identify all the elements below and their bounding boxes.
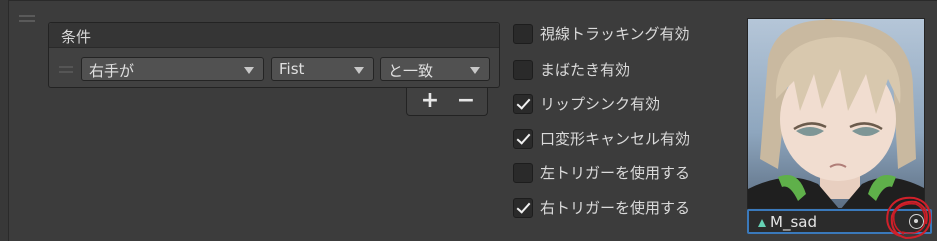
right-trigger-checkbox[interactable]: [513, 198, 533, 218]
chevron-down-icon: [244, 67, 254, 74]
hand-dropdown[interactable]: 右手が: [81, 57, 264, 81]
conditions-list: 条件 右手が Fist と一致: [48, 22, 500, 88]
right-trigger-label: 右トリガーを使用する: [540, 199, 691, 217]
animation-clip-value: M_sad: [770, 213, 817, 231]
match-mode-dropdown[interactable]: と一致: [380, 57, 490, 81]
add-condition-button[interactable]: +: [415, 88, 445, 114]
mouth-cancel-checkbox[interactable]: [513, 129, 533, 149]
gesture-dropdown[interactable]: Fist: [271, 57, 374, 81]
left-trigger-label: 左トリガーを使用する: [540, 164, 691, 182]
mouth-cancel-label: 口変形キャンセル有効: [540, 130, 691, 148]
conditions-title: 条件: [61, 28, 92, 46]
drag-handle-icon[interactable]: [19, 15, 35, 23]
chevron-down-icon: [354, 67, 364, 74]
animation-clip-icon: [758, 219, 766, 227]
row-drag-handle-icon[interactable]: [59, 66, 73, 73]
match-mode-dropdown-value: と一致: [388, 62, 434, 80]
blink-label: まばたき有効: [540, 61, 631, 79]
red-circle-annotation-icon: [886, 196, 932, 240]
eye-tracking-checkbox[interactable]: [513, 24, 533, 44]
lip-sync-checkbox[interactable]: [513, 94, 533, 114]
list-footer: + −: [406, 88, 488, 116]
hand-dropdown-value: 右手が: [89, 62, 135, 80]
remove-condition-button[interactable]: −: [451, 88, 481, 114]
eye-tracking-label: 視線トラッキング有効: [540, 25, 690, 43]
chevron-down-icon: [470, 67, 480, 74]
blink-checkbox[interactable]: [513, 60, 533, 80]
lip-sync-label: リップシンク有効: [540, 95, 661, 113]
conditions-header: 条件: [49, 23, 499, 48]
gesture-dropdown-value: Fist: [279, 60, 305, 78]
avatar-face-illustration: [748, 19, 924, 208]
avatar-preview-image: [747, 18, 925, 209]
left-trigger-checkbox[interactable]: [513, 163, 533, 183]
